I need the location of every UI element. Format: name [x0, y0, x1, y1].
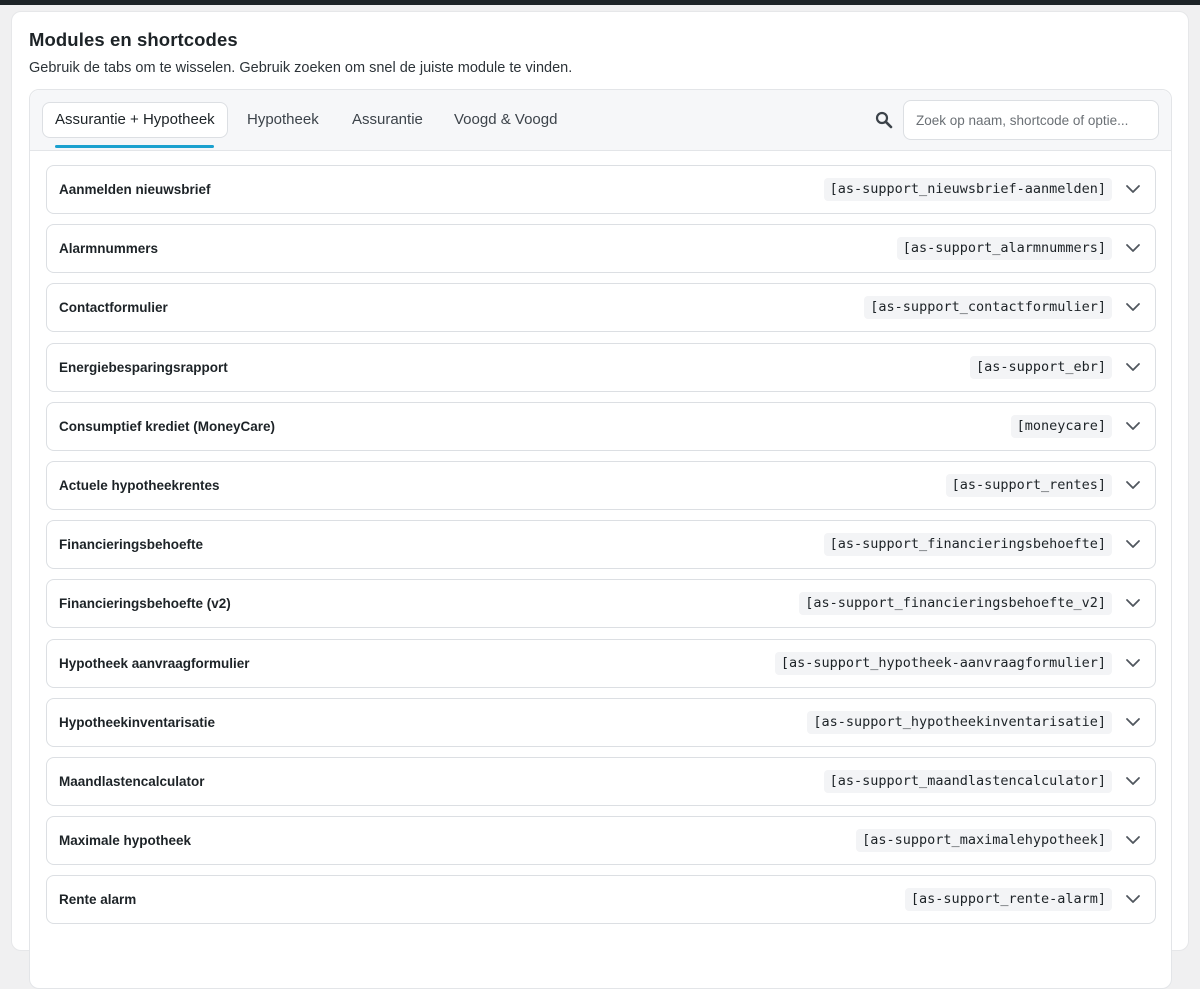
module-name: Alarmnummers — [59, 241, 159, 257]
module-name: Hypotheekinventarisatie — [59, 714, 216, 730]
module-name: Energiebesparingsrapport — [59, 359, 228, 375]
chevron-down-icon[interactable] — [1125, 479, 1141, 491]
module-shortcode: [as-support_ebr] — [969, 355, 1112, 379]
module-shortcode: [as-support_financieringsbehoefte] — [823, 533, 1112, 557]
module-shortcode: [as-support_rentes] — [945, 473, 1112, 497]
module-name: Financieringsbehoefte — [59, 537, 204, 553]
module-shortcode: [as-support_alarmnummers] — [896, 237, 1112, 261]
module-shortcode: [as-support_maximalehypotheek] — [856, 829, 1112, 853]
module-name: Consumptief krediet (MoneyCare) — [59, 418, 276, 434]
module-row[interactable]: Hypotheek aanvraagformulier [as-support_… — [46, 638, 1156, 688]
module-name: Financieringsbehoefte (v2) — [59, 596, 231, 612]
page-title: Modules en shortcodes — [29, 29, 238, 50]
module-row[interactable]: Financieringsbehoefte [as-support_financ… — [46, 520, 1156, 570]
chevron-down-icon[interactable] — [1125, 361, 1141, 373]
module-row[interactable]: Maximale hypotheek [as-support_maximaleh… — [46, 816, 1156, 866]
module-row[interactable]: Rente alarm [as-support_rente-alarm] — [46, 875, 1156, 925]
chevron-down-icon[interactable] — [1125, 183, 1141, 195]
module-row[interactable]: Consumptief krediet (MoneyCare) [moneyca… — [46, 401, 1156, 451]
module-name: Maandlastencalculator — [59, 773, 205, 789]
chevron-down-icon[interactable] — [1125, 242, 1141, 254]
module-shortcode: [as-support_contactformulier] — [864, 296, 1112, 320]
module-row[interactable]: Aanmelden nieuwsbrief [as-support_nieuws… — [46, 165, 1156, 214]
modules-card: Modules en shortcodes Gebruik de tabs om… — [11, 11, 1189, 989]
active-tab-indicator — [55, 145, 214, 148]
chevron-down-icon[interactable] — [1125, 893, 1141, 905]
search-input[interactable] — [903, 100, 1159, 140]
module-shortcode: [as-support_hypotheekinventarisatie] — [807, 710, 1112, 734]
tab-voogd-voogd[interactable]: Voogd & Voogd — [442, 102, 569, 138]
chevron-down-icon[interactable] — [1125, 420, 1141, 432]
tab-assurantie-hypotheek[interactable]: Assurantie + Hypotheek — [42, 102, 228, 138]
module-row[interactable]: Energiebesparingsrapport [as-support_ebr… — [46, 342, 1156, 392]
tab-hypotheek[interactable]: Hypotheek — [235, 102, 331, 138]
tab-bar: Assurantie + Hypotheek Hypotheek Assuran… — [30, 90, 1171, 151]
module-shortcode: [as-support_nieuwsbrief-aanmelden] — [823, 178, 1112, 201]
module-shortcode: [moneycare] — [1010, 414, 1112, 438]
module-name: Contactformulier — [59, 300, 168, 316]
chevron-down-icon[interactable] — [1125, 301, 1141, 313]
module-row[interactable]: Hypotheekinventarisatie [as-support_hypo… — [46, 697, 1156, 747]
modules-panel: Assurantie + Hypotheek Hypotheek Assuran… — [29, 89, 1172, 989]
page-description: Gebruik de tabs om te wisselen. Gebruik … — [29, 60, 573, 76]
module-row[interactable]: Financieringsbehoefte (v2) [as-support_f… — [46, 579, 1156, 629]
module-list: Aanmelden nieuwsbrief [as-support_nieuws… — [46, 165, 1156, 934]
module-row[interactable]: Contactformulier [as-support_contactform… — [46, 283, 1156, 333]
module-row[interactable]: Maandlastencalculator [as-support_maandl… — [46, 756, 1156, 806]
admin-top-bar — [0, 0, 1200, 5]
module-row[interactable]: Actuele hypotheekrentes [as-support_rent… — [46, 460, 1156, 510]
chevron-down-icon[interactable] — [1125, 716, 1141, 728]
module-shortcode: [as-support_maandlastencalculator] — [823, 769, 1112, 793]
chevron-down-icon[interactable] — [1125, 538, 1141, 550]
chevron-down-icon[interactable] — [1125, 834, 1141, 846]
module-name: Rente alarm — [59, 892, 137, 908]
module-name: Hypotheek aanvraagformulier — [59, 655, 250, 671]
chevron-down-icon[interactable] — [1125, 597, 1141, 609]
module-name: Maximale hypotheek — [59, 833, 192, 849]
module-shortcode: [as-support_financieringsbehoefte_v2] — [799, 592, 1112, 616]
module-row[interactable]: Alarmnummers [as-support_alarmnummers] — [46, 224, 1156, 274]
module-name: Actuele hypotheekrentes — [59, 477, 220, 493]
module-shortcode: [as-support_hypotheek-aanvraagformulier] — [774, 651, 1112, 675]
chevron-down-icon[interactable] — [1125, 657, 1141, 669]
module-shortcode: [as-support_rente-alarm] — [904, 888, 1112, 912]
chevron-down-icon[interactable] — [1125, 775, 1141, 787]
module-name: Aanmelden nieuwsbrief — [59, 182, 211, 197]
tab-assurantie[interactable]: Assurantie — [340, 102, 435, 138]
search-icon — [875, 111, 893, 129]
